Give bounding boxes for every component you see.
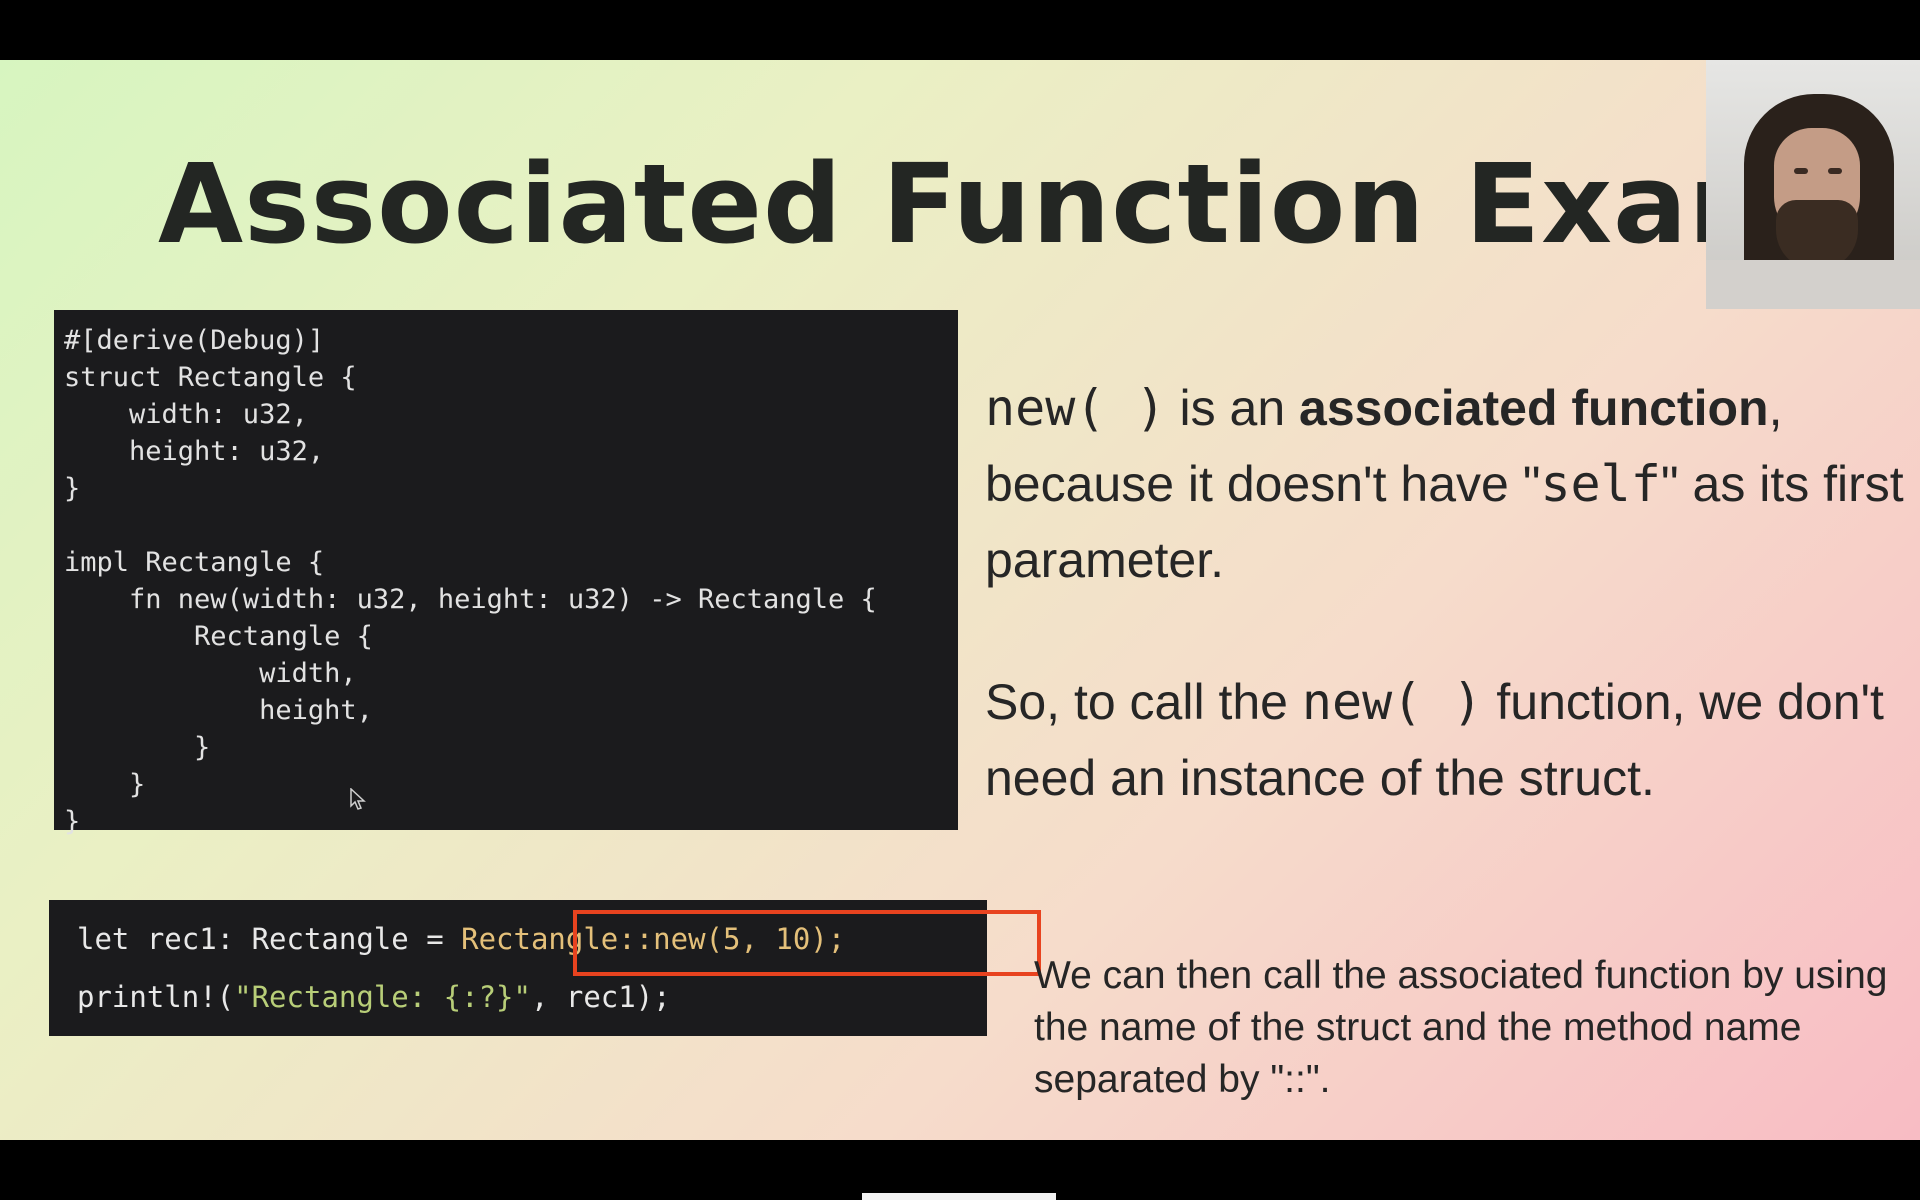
code-line: struct Rectangle {: [64, 362, 357, 393]
explanation-paragraph-2: So, to call the new( ) function, we don'…: [985, 664, 1905, 816]
p1-bold-term: associated function: [1299, 380, 1769, 436]
webcam-person-eye: [1828, 168, 1842, 174]
webcam-person-eye: [1794, 168, 1808, 174]
code-line: impl Rectangle {: [64, 547, 325, 578]
p2-text-a: So, to call the: [985, 674, 1302, 730]
slide-title: Associated Function Exampl: [158, 140, 1920, 268]
webcam-overlay: [1706, 60, 1920, 309]
code-line: fn new(width: u32, height: u32) -> Recta…: [64, 584, 877, 615]
struct-code-block: #[derive(Debug)] struct Rectangle { width…: [54, 310, 958, 837]
explanation-paragraph-1: new( ) is an associated function, becaus…: [985, 370, 1905, 598]
video-progress-indicator[interactable]: [862, 1193, 1056, 1200]
webcam-person-shirt: [1706, 260, 1920, 309]
code-line: }: [64, 769, 146, 800]
call-code-line-1: let rec1: Rectangle = Rectangle::new(5, …: [77, 910, 1041, 976]
p1-text-a: is an: [1165, 380, 1300, 436]
code-line: width: u32,: [64, 399, 308, 430]
explanation-paragraph-3: We can then call the associated function…: [1034, 954, 1888, 1101]
code-new: new( ): [985, 379, 1166, 437]
code-line: #[derive(Debug)]: [64, 325, 325, 356]
code-line: Rectangle {: [64, 621, 373, 652]
code-line: }: [64, 473, 81, 504]
struct-code-text: #[derive(Debug)] struct Rectangle { width…: [54, 310, 958, 840]
code-line: }: [64, 806, 81, 837]
println-suffix: , rec1);: [530, 980, 671, 1014]
code-line: height,: [64, 695, 373, 726]
call-code-prefix: let rec1: Rectangle =: [77, 922, 462, 956]
highlight-box: [573, 910, 1041, 976]
println-prefix: println!(: [77, 980, 235, 1014]
println-string: "Rectangle: {:?}": [234, 980, 531, 1014]
slide: Associated Function Exampl #[derive(Debu…: [0, 60, 1920, 1140]
code-line: width,: [64, 658, 357, 689]
code-new: new( ): [1301, 673, 1483, 731]
call-code-line-2: println!("Rectangle: {:?}", rec1);: [77, 980, 671, 1014]
code-self: self: [1540, 455, 1661, 513]
code-line: height: u32,: [64, 436, 325, 467]
code-line: }: [64, 732, 211, 763]
mouse-cursor-icon: [350, 788, 366, 810]
call-code-block: let rec1: Rectangle = Rectangle::new(5, …: [49, 900, 1041, 1036]
